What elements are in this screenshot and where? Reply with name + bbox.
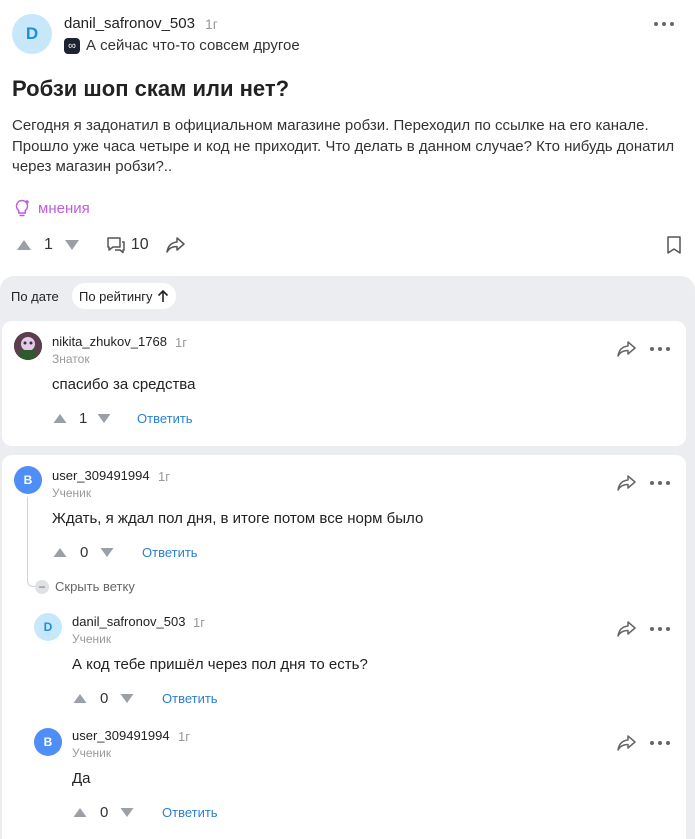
share-icon bbox=[617, 341, 636, 357]
downvote-icon[interactable] bbox=[63, 239, 81, 251]
post-actions: 1 10 bbox=[12, 232, 682, 258]
comment-vote-count: 1 bbox=[79, 410, 88, 427]
hide-branch-button[interactable]: − Скрыть ветку bbox=[35, 579, 135, 594]
post-time: 1г bbox=[205, 16, 218, 32]
comment-author-avatar[interactable]: B bbox=[14, 466, 42, 494]
comment-time: 1г bbox=[193, 615, 205, 630]
upvote-icon[interactable] bbox=[52, 547, 68, 558]
comment-share-button[interactable] bbox=[616, 620, 636, 643]
comment-text: А код тебе пришёл через пол дня то есть? bbox=[72, 656, 368, 673]
share-icon bbox=[617, 735, 636, 751]
post-more-button[interactable] bbox=[654, 22, 674, 26]
downvote-icon[interactable] bbox=[99, 547, 115, 558]
hide-branch-label: Скрыть ветку bbox=[55, 579, 135, 594]
comment-share-button[interactable] bbox=[616, 340, 636, 363]
share-icon[interactable] bbox=[165, 236, 185, 254]
post-title: Робзи шоп скам или нет? bbox=[12, 76, 290, 101]
comment-author-name[interactable]: nikita_zhukov_1768 bbox=[52, 334, 167, 349]
more-icon bbox=[650, 627, 670, 631]
comment-text: Да bbox=[72, 770, 91, 787]
bookmark-icon[interactable] bbox=[666, 235, 682, 255]
comment-author-name[interactable]: user_309491994 bbox=[52, 468, 150, 483]
comment-vote-count: 0 bbox=[100, 804, 109, 821]
share-icon bbox=[617, 475, 636, 491]
more-icon bbox=[650, 481, 670, 485]
upvote-icon[interactable] bbox=[72, 693, 88, 704]
upvote-icon[interactable] bbox=[52, 413, 68, 424]
more-icon bbox=[654, 22, 674, 26]
comment-author-avatar[interactable]: B bbox=[34, 728, 62, 756]
comment-share-button[interactable] bbox=[616, 474, 636, 497]
comment-author-avatar[interactable]: D bbox=[34, 613, 62, 641]
upvote-icon[interactable] bbox=[72, 807, 88, 818]
more-icon bbox=[650, 741, 670, 745]
comment-author-role: Ученик bbox=[72, 632, 112, 646]
comment-time: 1г bbox=[178, 729, 190, 744]
thread-line bbox=[27, 497, 28, 579]
reply-button[interactable]: Ответить bbox=[162, 691, 218, 706]
post-author-avatar[interactable]: D bbox=[12, 14, 52, 54]
reply-button[interactable]: Ответить bbox=[137, 411, 193, 426]
post: D danil_safronov_503 1г ∞ А сейчас что-т… bbox=[0, 0, 695, 276]
comment-card: nikita_zhukov_1768 1г Знаток спасибо за … bbox=[2, 321, 686, 446]
share-icon bbox=[617, 621, 636, 637]
minus-icon: − bbox=[35, 579, 49, 594]
comment-more-button[interactable] bbox=[650, 741, 670, 745]
comment-time: 1г bbox=[175, 335, 187, 350]
comment-author-role: Знаток bbox=[52, 352, 90, 366]
reply-button[interactable]: Ответить bbox=[142, 545, 198, 560]
comment-vote-count: 0 bbox=[80, 544, 89, 561]
arrow-up-icon bbox=[157, 289, 168, 302]
opinions-button[interactable]: мнения bbox=[12, 198, 90, 218]
post-vote-count: 1 bbox=[44, 236, 53, 253]
downvote-icon[interactable] bbox=[119, 693, 135, 704]
opinions-label: мнения bbox=[38, 199, 90, 217]
sort-by-rating-label: По рейтингу bbox=[79, 288, 153, 304]
comment-author-role: Ученик bbox=[72, 746, 112, 760]
sort-by-date-label: По дате bbox=[11, 288, 59, 304]
comment-vote-count: 0 bbox=[100, 690, 109, 707]
comment-votes: 0 bbox=[52, 544, 115, 561]
post-body: Сегодня я задонатил в официальном магази… bbox=[12, 117, 675, 175]
comment-more-button[interactable] bbox=[650, 481, 670, 485]
reply-button[interactable]: Ответить bbox=[162, 805, 218, 820]
sort-by-rating-button[interactable]: По рейтингу bbox=[72, 283, 176, 309]
post-author-name[interactable]: danil_safronov_503 bbox=[64, 15, 195, 32]
comment-votes: 1 bbox=[52, 410, 112, 427]
comment-text: Ждать, я ждал пол дня, в итоге потом все… bbox=[52, 510, 424, 527]
comment-share-button[interactable] bbox=[616, 734, 636, 757]
upvote-icon[interactable] bbox=[15, 239, 33, 251]
infinity-icon: ∞ bbox=[64, 38, 80, 54]
more-icon bbox=[650, 347, 670, 351]
sort-by-date-button[interactable]: По дате bbox=[4, 283, 66, 309]
comment-time: 1г bbox=[158, 469, 170, 484]
downvote-icon[interactable] bbox=[119, 807, 135, 818]
comment-text: спасибо за средства bbox=[52, 376, 196, 393]
comment-author-name[interactable]: danil_safronov_503 bbox=[72, 614, 185, 629]
comment-more-button[interactable] bbox=[650, 627, 670, 631]
comment-author-role: Ученик bbox=[52, 486, 92, 500]
post-comment-count: 10 bbox=[130, 236, 149, 253]
comment-more-button[interactable] bbox=[650, 347, 670, 351]
lightbulb-icon bbox=[15, 199, 29, 217]
comment-author-name[interactable]: user_309491994 bbox=[72, 728, 170, 743]
comment-votes: 0 bbox=[72, 690, 135, 707]
comment-votes: 0 bbox=[72, 804, 135, 821]
post-author-status: А сейчас что-то совсем другое bbox=[86, 37, 300, 54]
comment-icon[interactable] bbox=[105, 235, 127, 255]
comment-author-avatar[interactable] bbox=[14, 332, 42, 360]
downvote-icon[interactable] bbox=[96, 413, 112, 424]
avatar-image bbox=[14, 332, 42, 360]
